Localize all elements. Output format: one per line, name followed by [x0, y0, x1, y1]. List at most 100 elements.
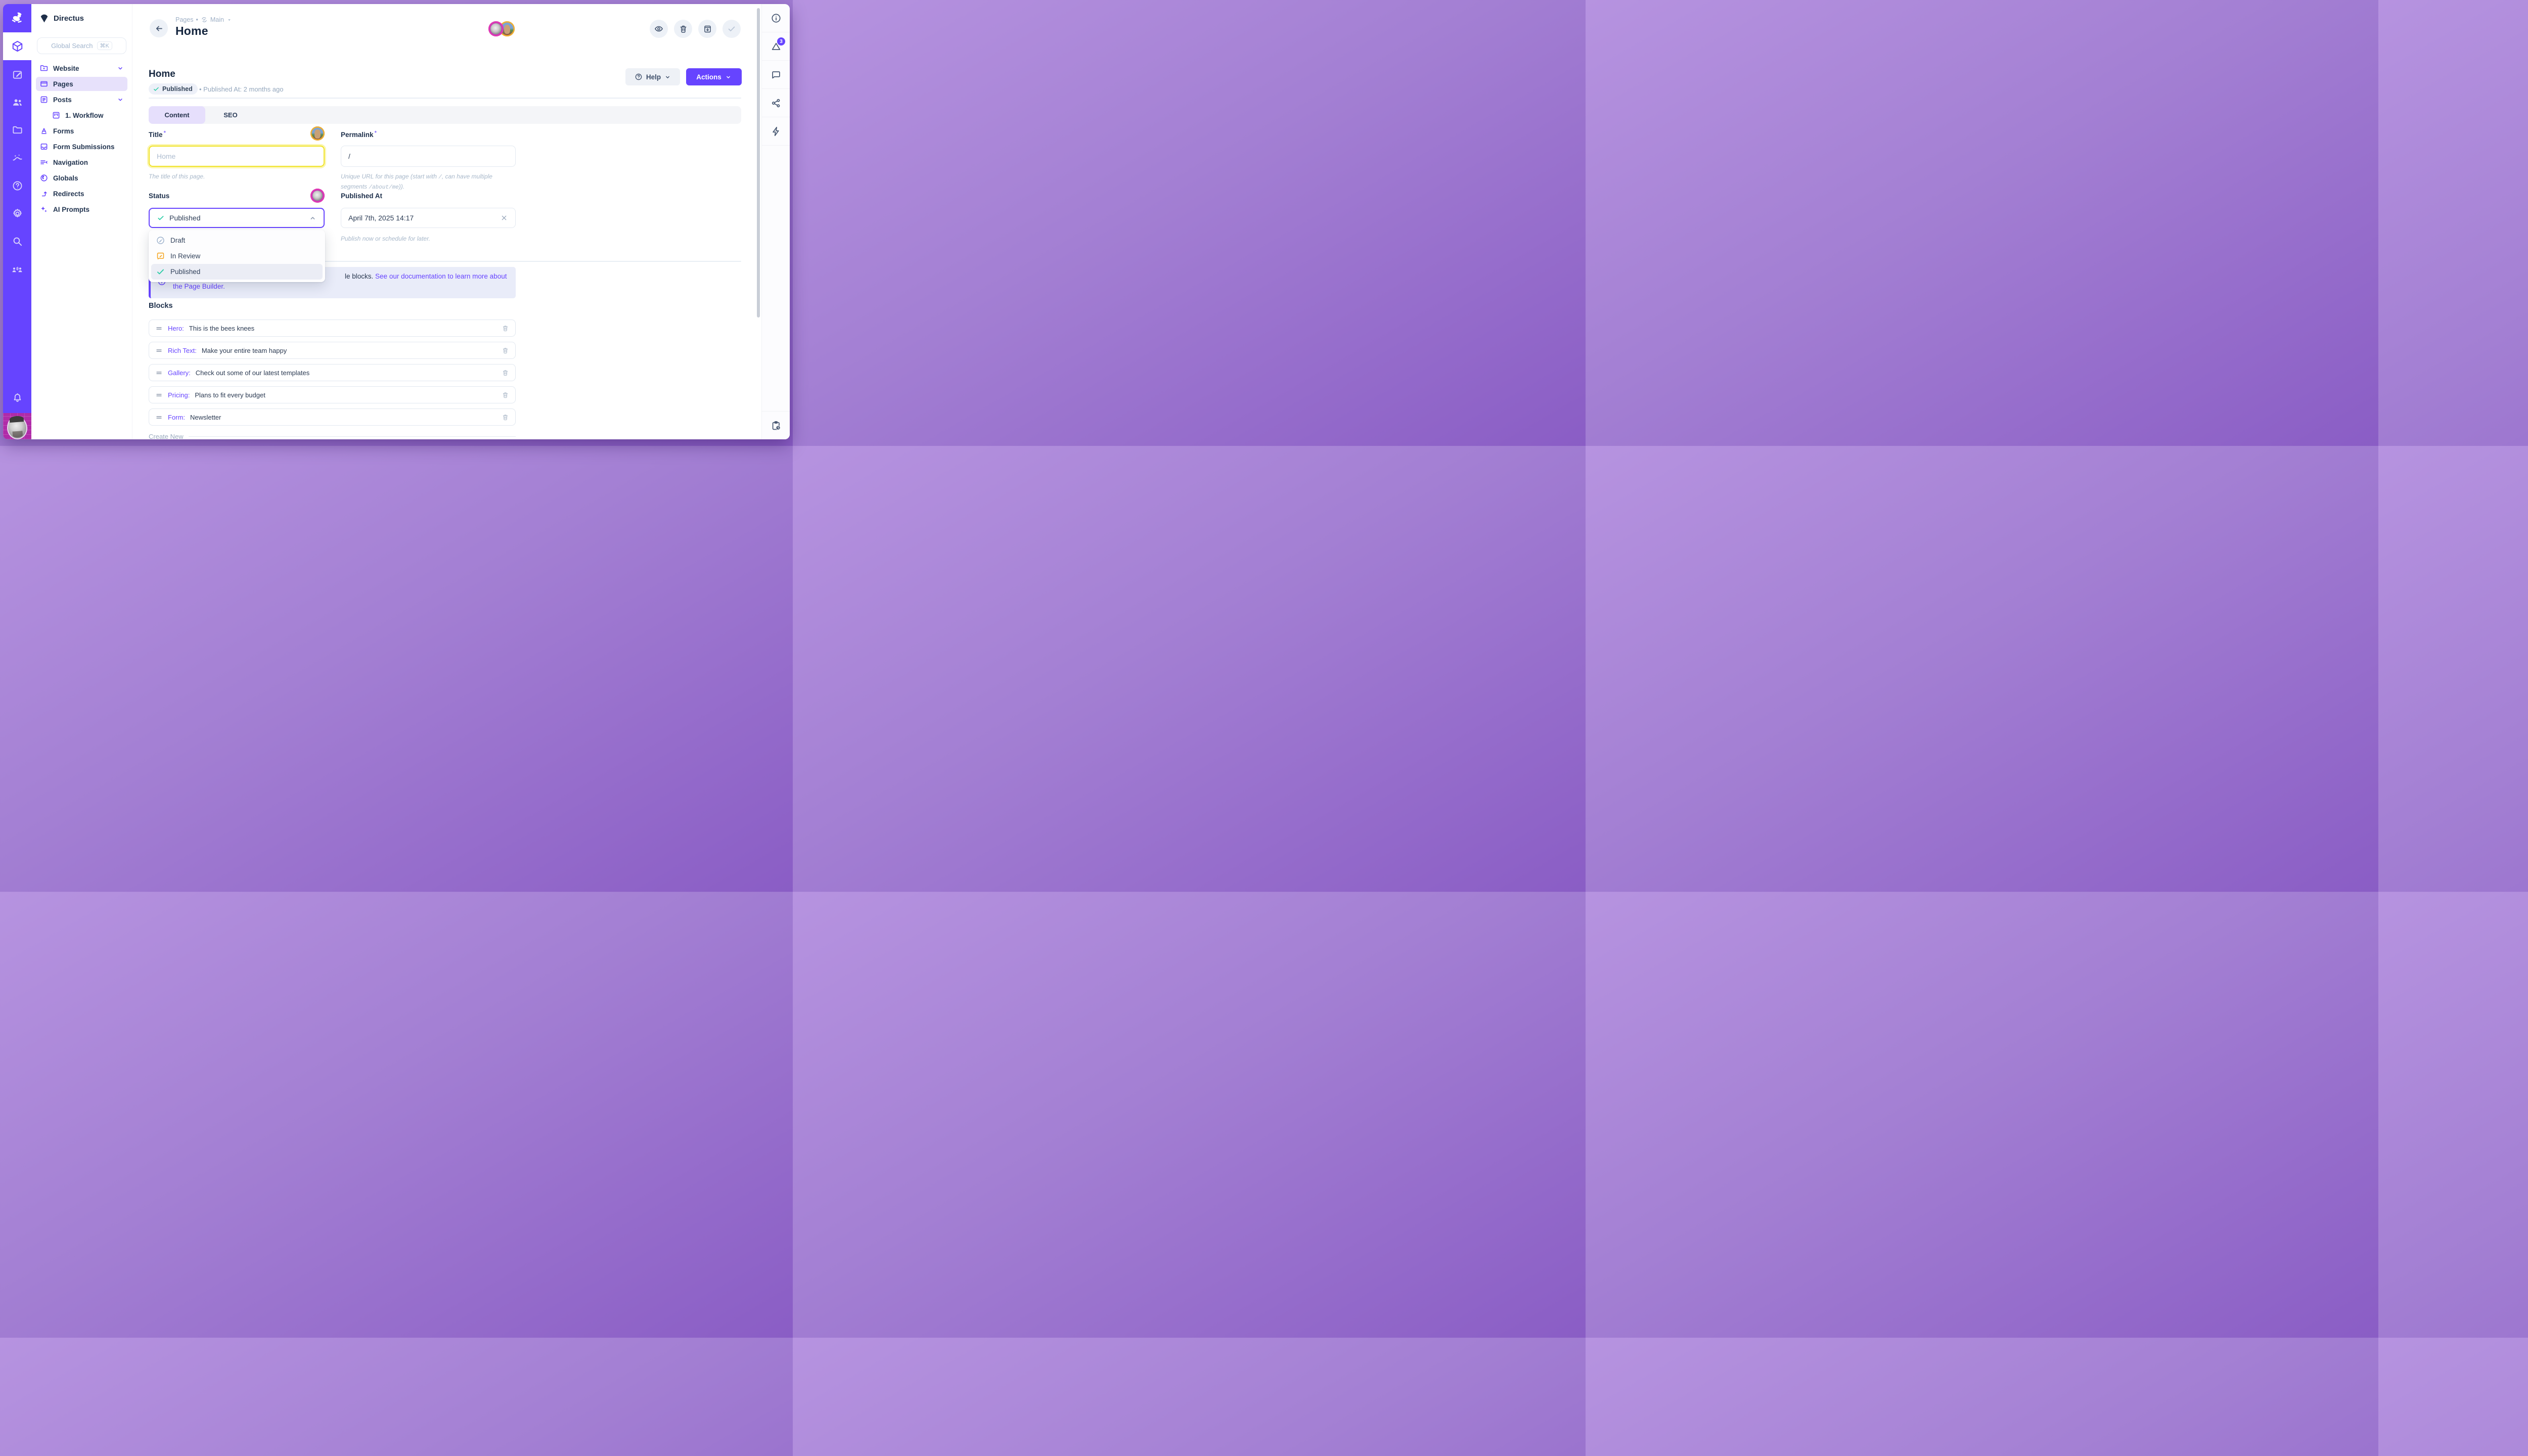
- actions-button[interactable]: Actions: [686, 68, 742, 85]
- nav-list-icon: [39, 158, 49, 167]
- help-button[interactable]: Help: [625, 68, 680, 85]
- breadcrumb-version[interactable]: Main: [210, 16, 224, 23]
- info-panel-button[interactable]: [762, 4, 790, 32]
- actions-label: Actions: [696, 73, 721, 81]
- module-search[interactable]: [3, 228, 31, 255]
- tasks-panel-button[interactable]: [762, 411, 790, 439]
- published-at-value: April 7th, 2025 14:17: [348, 214, 500, 222]
- comment-icon: [771, 69, 782, 80]
- drag-handle-icon[interactable]: [155, 369, 163, 377]
- nav-label: Form Submissions: [53, 143, 124, 151]
- trash-icon[interactable]: [502, 325, 509, 332]
- published-at-input[interactable]: April 7th, 2025 14:17: [341, 208, 516, 228]
- status-badge: Published: [149, 83, 198, 95]
- clipboard-clock-icon: [771, 420, 782, 431]
- directus-rabbit-logo[interactable]: [3, 4, 31, 32]
- trash-icon[interactable]: [502, 369, 509, 377]
- block-row-form[interactable]: Form: Newsletter: [149, 408, 516, 426]
- chevron-down-icon[interactable]: [117, 96, 124, 103]
- block-text: Plans to fit every budget: [195, 391, 496, 399]
- status-option-draft[interactable]: Draft: [151, 233, 323, 248]
- drag-handle-icon[interactable]: [155, 325, 163, 332]
- tab-seo[interactable]: SEO: [205, 106, 256, 124]
- main-scrollbar: [756, 4, 761, 439]
- block-row-gallery[interactable]: Gallery: Check out some of our latest te…: [149, 364, 516, 381]
- module-content[interactable]: [3, 32, 31, 60]
- module-help[interactable]: [3, 172, 31, 200]
- share-panel-button[interactable]: [762, 89, 790, 117]
- nav-item-form-submissions[interactable]: Form Submissions: [36, 140, 127, 154]
- nav-item-redirects[interactable]: Redirects: [36, 187, 127, 201]
- global-search-input[interactable]: Global Search ⌘K: [37, 37, 126, 54]
- nav-item-workflow[interactable]: 1. Workflow: [36, 108, 127, 122]
- status-option-in-review[interactable]: In Review: [151, 248, 323, 264]
- documentation-link[interactable]: the Page Builder.: [173, 283, 225, 290]
- module-users[interactable]: [3, 88, 31, 116]
- check-green-icon: [153, 85, 160, 93]
- module-insights[interactable]: [3, 144, 31, 172]
- title-label: Title*: [149, 129, 166, 140]
- preview-button[interactable]: [650, 20, 668, 38]
- nav-item-navigation[interactable]: Navigation: [36, 155, 127, 169]
- option-label: Draft: [170, 237, 185, 244]
- block-text: Check out some of our latest templates: [196, 369, 496, 377]
- drag-handle-icon[interactable]: [155, 391, 163, 399]
- nav-label: Website: [53, 65, 112, 72]
- create-new-row[interactable]: Create New: [149, 433, 516, 439]
- breadcrumb-collection[interactable]: Pages: [175, 16, 193, 23]
- block-row-hero[interactable]: Hero: This is the bees knees: [149, 320, 516, 337]
- block-row-pricing[interactable]: Pricing: Plans to fit every budget: [149, 386, 516, 403]
- scrollbar-thumb[interactable]: [757, 8, 760, 317]
- trash-icon[interactable]: [502, 414, 509, 421]
- module-interpreter[interactable]: [3, 255, 31, 283]
- breadcrumb[interactable]: Pages • Main: [175, 16, 232, 23]
- title-input[interactable]: Home: [149, 146, 325, 167]
- eye-icon: [654, 24, 664, 34]
- back-button[interactable]: [150, 19, 168, 37]
- nav-item-forms[interactable]: Forms: [36, 124, 127, 138]
- status-select[interactable]: Published: [149, 208, 325, 228]
- nav-item-globals[interactable]: Globals: [36, 171, 127, 185]
- trash-icon[interactable]: [502, 391, 509, 399]
- collaborator-avatar-person[interactable]: [488, 21, 504, 36]
- project-header[interactable]: Directus: [31, 4, 132, 32]
- delete-button[interactable]: [674, 20, 692, 38]
- nav-label: Globals: [53, 174, 124, 182]
- chevron-down-icon[interactable]: [117, 65, 124, 72]
- permalink-input[interactable]: /: [341, 146, 516, 167]
- article-icon: [39, 95, 49, 104]
- required-mark: *: [375, 129, 377, 136]
- module-settings[interactable]: [3, 200, 31, 228]
- current-user-avatar[interactable]: [3, 413, 31, 439]
- tab-content[interactable]: Content: [149, 106, 205, 124]
- drag-handle-icon[interactable]: [155, 414, 163, 421]
- notifications-bell-icon[interactable]: [3, 388, 31, 408]
- nav-item-posts[interactable]: Posts: [36, 93, 127, 107]
- clear-x-icon[interactable]: [500, 214, 508, 222]
- field-editor-avatar-marmot: [310, 126, 325, 141]
- trash-icon[interactable]: [502, 347, 509, 354]
- changes-panel-button[interactable]: 3: [762, 32, 790, 61]
- folder-icon: [12, 124, 23, 136]
- create-new-label[interactable]: Create New: [149, 433, 184, 439]
- nav-label: Pages: [53, 80, 124, 88]
- status-option-published[interactable]: Published: [151, 264, 323, 280]
- project-shield-icon: [39, 14, 49, 23]
- drag-handle-icon[interactable]: [155, 347, 163, 354]
- block-type: Hero:: [168, 325, 184, 332]
- module-visual-editor[interactable]: [3, 61, 31, 88]
- nav-item-ai-prompts[interactable]: AI Prompts: [36, 202, 127, 216]
- save-button[interactable]: [723, 20, 741, 38]
- archive-button[interactable]: [698, 20, 716, 38]
- nav-folder-website[interactable]: Website: [36, 61, 127, 75]
- kanban-icon: [52, 111, 61, 120]
- published-at-note: Publish now or schedule for later.: [341, 234, 430, 243]
- flows-panel-button[interactable]: [762, 117, 790, 146]
- block-row-rich-text[interactable]: Rich Text: Make your entire team happy: [149, 342, 516, 359]
- documentation-link[interactable]: See our documentation to learn more abou…: [375, 272, 507, 280]
- gear-icon: [12, 208, 23, 219]
- module-files[interactable]: [3, 116, 31, 144]
- comments-panel-button[interactable]: [762, 61, 790, 89]
- nav-item-pages[interactable]: Pages: [36, 77, 127, 91]
- block-type: Form:: [168, 414, 185, 421]
